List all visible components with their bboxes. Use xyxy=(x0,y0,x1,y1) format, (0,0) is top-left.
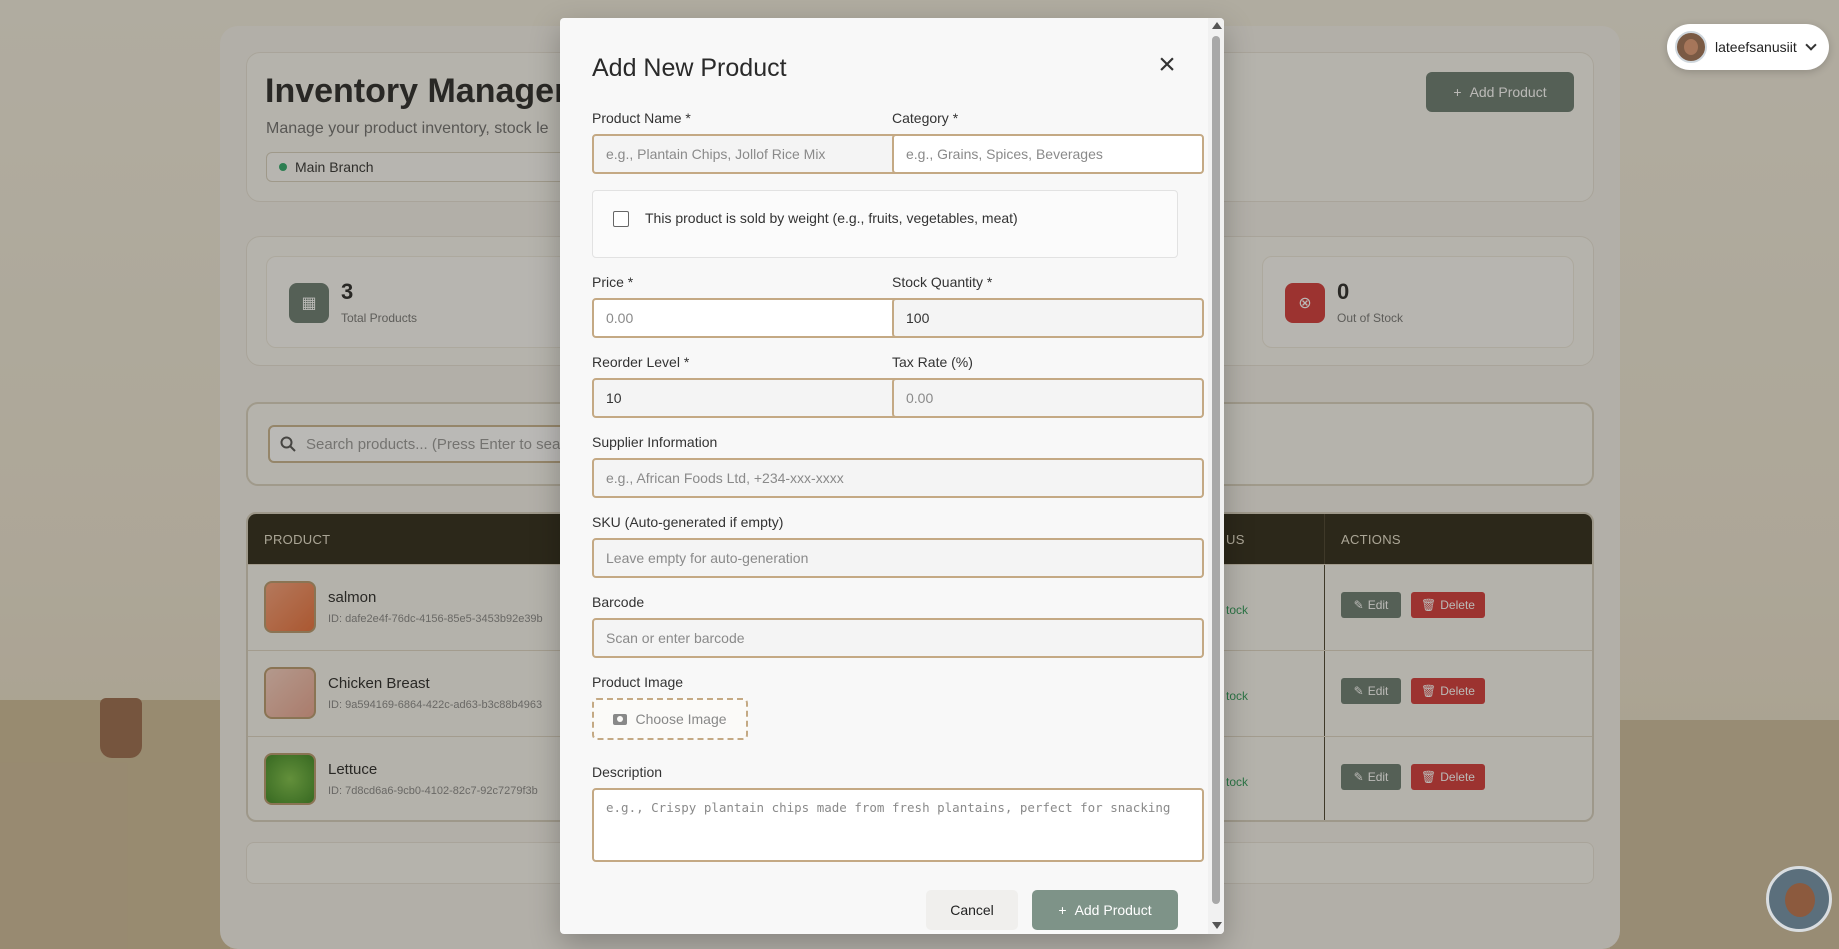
sold-by-weight-checkbox[interactable] xyxy=(613,211,629,227)
scroll-up-arrow-icon[interactable] xyxy=(1212,22,1222,29)
product-name-label: Product Name * xyxy=(592,110,691,126)
description-textarea[interactable] xyxy=(592,788,1204,862)
submit-label: Add Product xyxy=(1074,902,1152,918)
choose-image-button[interactable]: Choose Image xyxy=(592,698,748,740)
submit-add-product-button[interactable]: + Add Product xyxy=(1032,890,1178,930)
stock-quantity-label: Stock Quantity * xyxy=(892,274,993,290)
close-icon[interactable]: × xyxy=(1153,50,1181,80)
cancel-label: Cancel xyxy=(950,902,994,918)
assistant-avatar-button[interactable] xyxy=(1766,866,1832,932)
supplier-input[interactable] xyxy=(592,458,1204,498)
scrollbar-thumb[interactable] xyxy=(1212,36,1220,904)
supplier-label: Supplier Information xyxy=(592,434,718,450)
chevron-down-icon xyxy=(1805,39,1817,51)
sold-by-weight-label: This product is sold by weight (e.g., fr… xyxy=(645,210,1018,226)
assistant-avatar-icon xyxy=(1785,883,1815,917)
sold-by-weight-section: This product is sold by weight (e.g., fr… xyxy=(592,190,1178,258)
sku-input[interactable] xyxy=(592,538,1204,578)
category-input[interactable] xyxy=(892,134,1204,174)
avatar xyxy=(1675,31,1707,63)
product-name-input[interactable] xyxy=(592,134,902,174)
tax-rate-label: Tax Rate (%) xyxy=(892,354,973,370)
reorder-level-label: Reorder Level * xyxy=(592,354,690,370)
choose-image-label: Choose Image xyxy=(635,711,727,727)
plus-icon: + xyxy=(1058,902,1067,918)
camera-icon xyxy=(613,713,628,725)
user-menu[interactable]: lateefsanusiit xyxy=(1667,24,1829,70)
stock-quantity-input[interactable] xyxy=(892,298,1204,338)
product-image-label: Product Image xyxy=(592,674,684,690)
price-label: Price * xyxy=(592,274,634,290)
add-product-modal: Add New Product × Product Name * Categor… xyxy=(560,18,1224,934)
cancel-button[interactable]: Cancel xyxy=(926,890,1018,930)
username: lateefsanusiit xyxy=(1715,39,1797,55)
barcode-label: Barcode xyxy=(592,594,645,610)
price-input[interactable] xyxy=(592,298,902,338)
barcode-input[interactable] xyxy=(592,618,1204,658)
description-label: Description xyxy=(592,764,663,780)
tax-rate-input[interactable] xyxy=(892,378,1204,418)
sku-label: SKU (Auto-generated if empty) xyxy=(592,514,784,530)
reorder-level-input[interactable] xyxy=(592,378,902,418)
category-label: Category * xyxy=(892,110,959,126)
modal-title: Add New Product xyxy=(592,54,787,82)
scroll-down-arrow-icon[interactable] xyxy=(1212,922,1222,929)
